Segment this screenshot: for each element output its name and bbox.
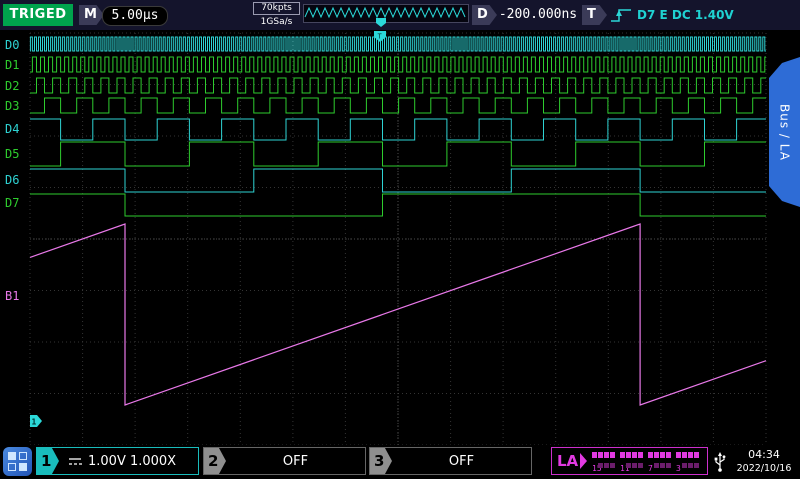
la-bit-indicator (654, 452, 659, 458)
bus-la-tab[interactable]: Bus / LA (769, 57, 800, 207)
la-bit-indicator-dim (694, 463, 699, 468)
la-bit-indicator-dim (610, 463, 615, 468)
trigger-status-badge: TRIGED (3, 4, 73, 26)
bus-la-tab-label: Bus / LA (778, 104, 792, 161)
channel1-badge: 1 (37, 448, 59, 474)
la-bit-indicator (660, 452, 665, 458)
trigger-tag[interactable]: T (582, 5, 607, 25)
la-bit-indicator (638, 452, 643, 458)
la-bit-indicator-dim (638, 463, 643, 468)
memory-depth: 70kpts (253, 2, 300, 15)
channel2-badge: 2 (204, 448, 226, 474)
la-bit-indicator-dim (688, 463, 693, 468)
la-bit-indicator (666, 452, 671, 458)
la-bit-indicator (682, 452, 687, 458)
la-bit-indicator-dim (632, 463, 637, 468)
la-bit-indicator-dim (598, 463, 603, 468)
la-bit-indicator (694, 452, 699, 458)
usb-icon (712, 450, 728, 474)
channel-label-D0: D0 (5, 38, 19, 52)
preview-waveform-svg (304, 5, 466, 20)
la-bit-indicator (648, 452, 653, 458)
menu-grid-square (8, 452, 16, 460)
la-bit-indicator (610, 452, 615, 458)
la-status[interactable]: LA 151173 (551, 447, 708, 475)
la-channel-indicators: 151173 (590, 450, 702, 473)
channel-label-D4: D4 (5, 122, 19, 136)
menu-grid-square (8, 463, 16, 471)
channel-label-D7: D7 (5, 196, 19, 210)
channel-label-D3: D3 (5, 99, 19, 113)
channel2-state: OFF (226, 454, 365, 469)
channel3-badge: 3 (370, 448, 392, 474)
channel1-status[interactable]: 1 1.00V 1.000X (36, 447, 199, 475)
la-badge: LA (557, 452, 578, 470)
la-bit-indicator-dim (666, 463, 671, 468)
acquisition-info: 70kpts 1GSa/s (253, 2, 300, 28)
delay-tag[interactable]: D (472, 5, 497, 25)
channel3-state: OFF (392, 454, 531, 469)
la-bit-indicator-dim (604, 463, 609, 468)
la-bit-indicator-dim (682, 463, 687, 468)
la-bit-indicator-dim (654, 463, 659, 468)
la-bit-indicator (626, 452, 631, 458)
clock: 04:34 2022/10/16 (731, 448, 797, 475)
la-bit-label: 3 (676, 464, 681, 473)
trigger-edge-icon (608, 4, 634, 26)
date-display: 2022/10/16 (731, 462, 797, 475)
dc-coupling-icon (67, 455, 83, 467)
trigger-source-info[interactable]: D7 E DC 1.40V (637, 8, 747, 22)
la-bit-indicator (676, 452, 681, 458)
channel1-settings: 1.00V 1.000X (88, 454, 176, 469)
la-bit-indicator-dim (660, 463, 665, 468)
preview-zigzag (305, 8, 465, 17)
delay-value[interactable]: -200.000ns (496, 6, 580, 24)
la-bit-label: 7 (648, 464, 653, 473)
channel2-status[interactable]: 2 OFF (203, 447, 366, 475)
timebase-tag[interactable]: M (79, 5, 104, 25)
time-display: 04:34 (731, 448, 797, 462)
la-bit-indicator-dim (626, 463, 631, 468)
la-bit-indicator (604, 452, 609, 458)
sample-rate: 1GSa/s (253, 15, 300, 28)
channel-label-D6: D6 (5, 173, 19, 187)
timebase-value[interactable]: 5.00µs (102, 6, 168, 26)
ch1-level-marker-label: 1 (32, 418, 37, 427)
bottom-status-bar: 1 1.00V 1.000X 2 OFF 3 OFF LA 151173 04:… (0, 445, 800, 479)
channel-label-D1: D1 (5, 58, 19, 72)
la-bit-indicator (598, 452, 603, 458)
top-status-bar: TRIGED M 5.00µs 70kpts 1GSa/s D -200.000… (0, 0, 800, 30)
la-bit-indicator (620, 452, 625, 458)
waveform-preview[interactable] (303, 4, 469, 23)
menu-grid-square (19, 463, 27, 471)
trigger-position-marker-mini[interactable] (376, 18, 386, 27)
channel-label-D5: D5 (5, 147, 19, 161)
menu-grid-square (19, 452, 27, 460)
la-bit-indicator (592, 452, 597, 458)
waveform-display[interactable]: D0D1D2D3D4D5D6D7B1T1 (0, 30, 800, 445)
chevron-right-icon (580, 453, 587, 469)
channel-label-D2: D2 (5, 79, 19, 93)
channel-label-B1: B1 (5, 289, 19, 303)
grid (30, 33, 766, 445)
channel3-status[interactable]: 3 OFF (369, 447, 532, 475)
la-bit-indicator (688, 452, 693, 458)
la-bit-indicator (632, 452, 637, 458)
menu-grid-icon[interactable] (3, 447, 32, 476)
